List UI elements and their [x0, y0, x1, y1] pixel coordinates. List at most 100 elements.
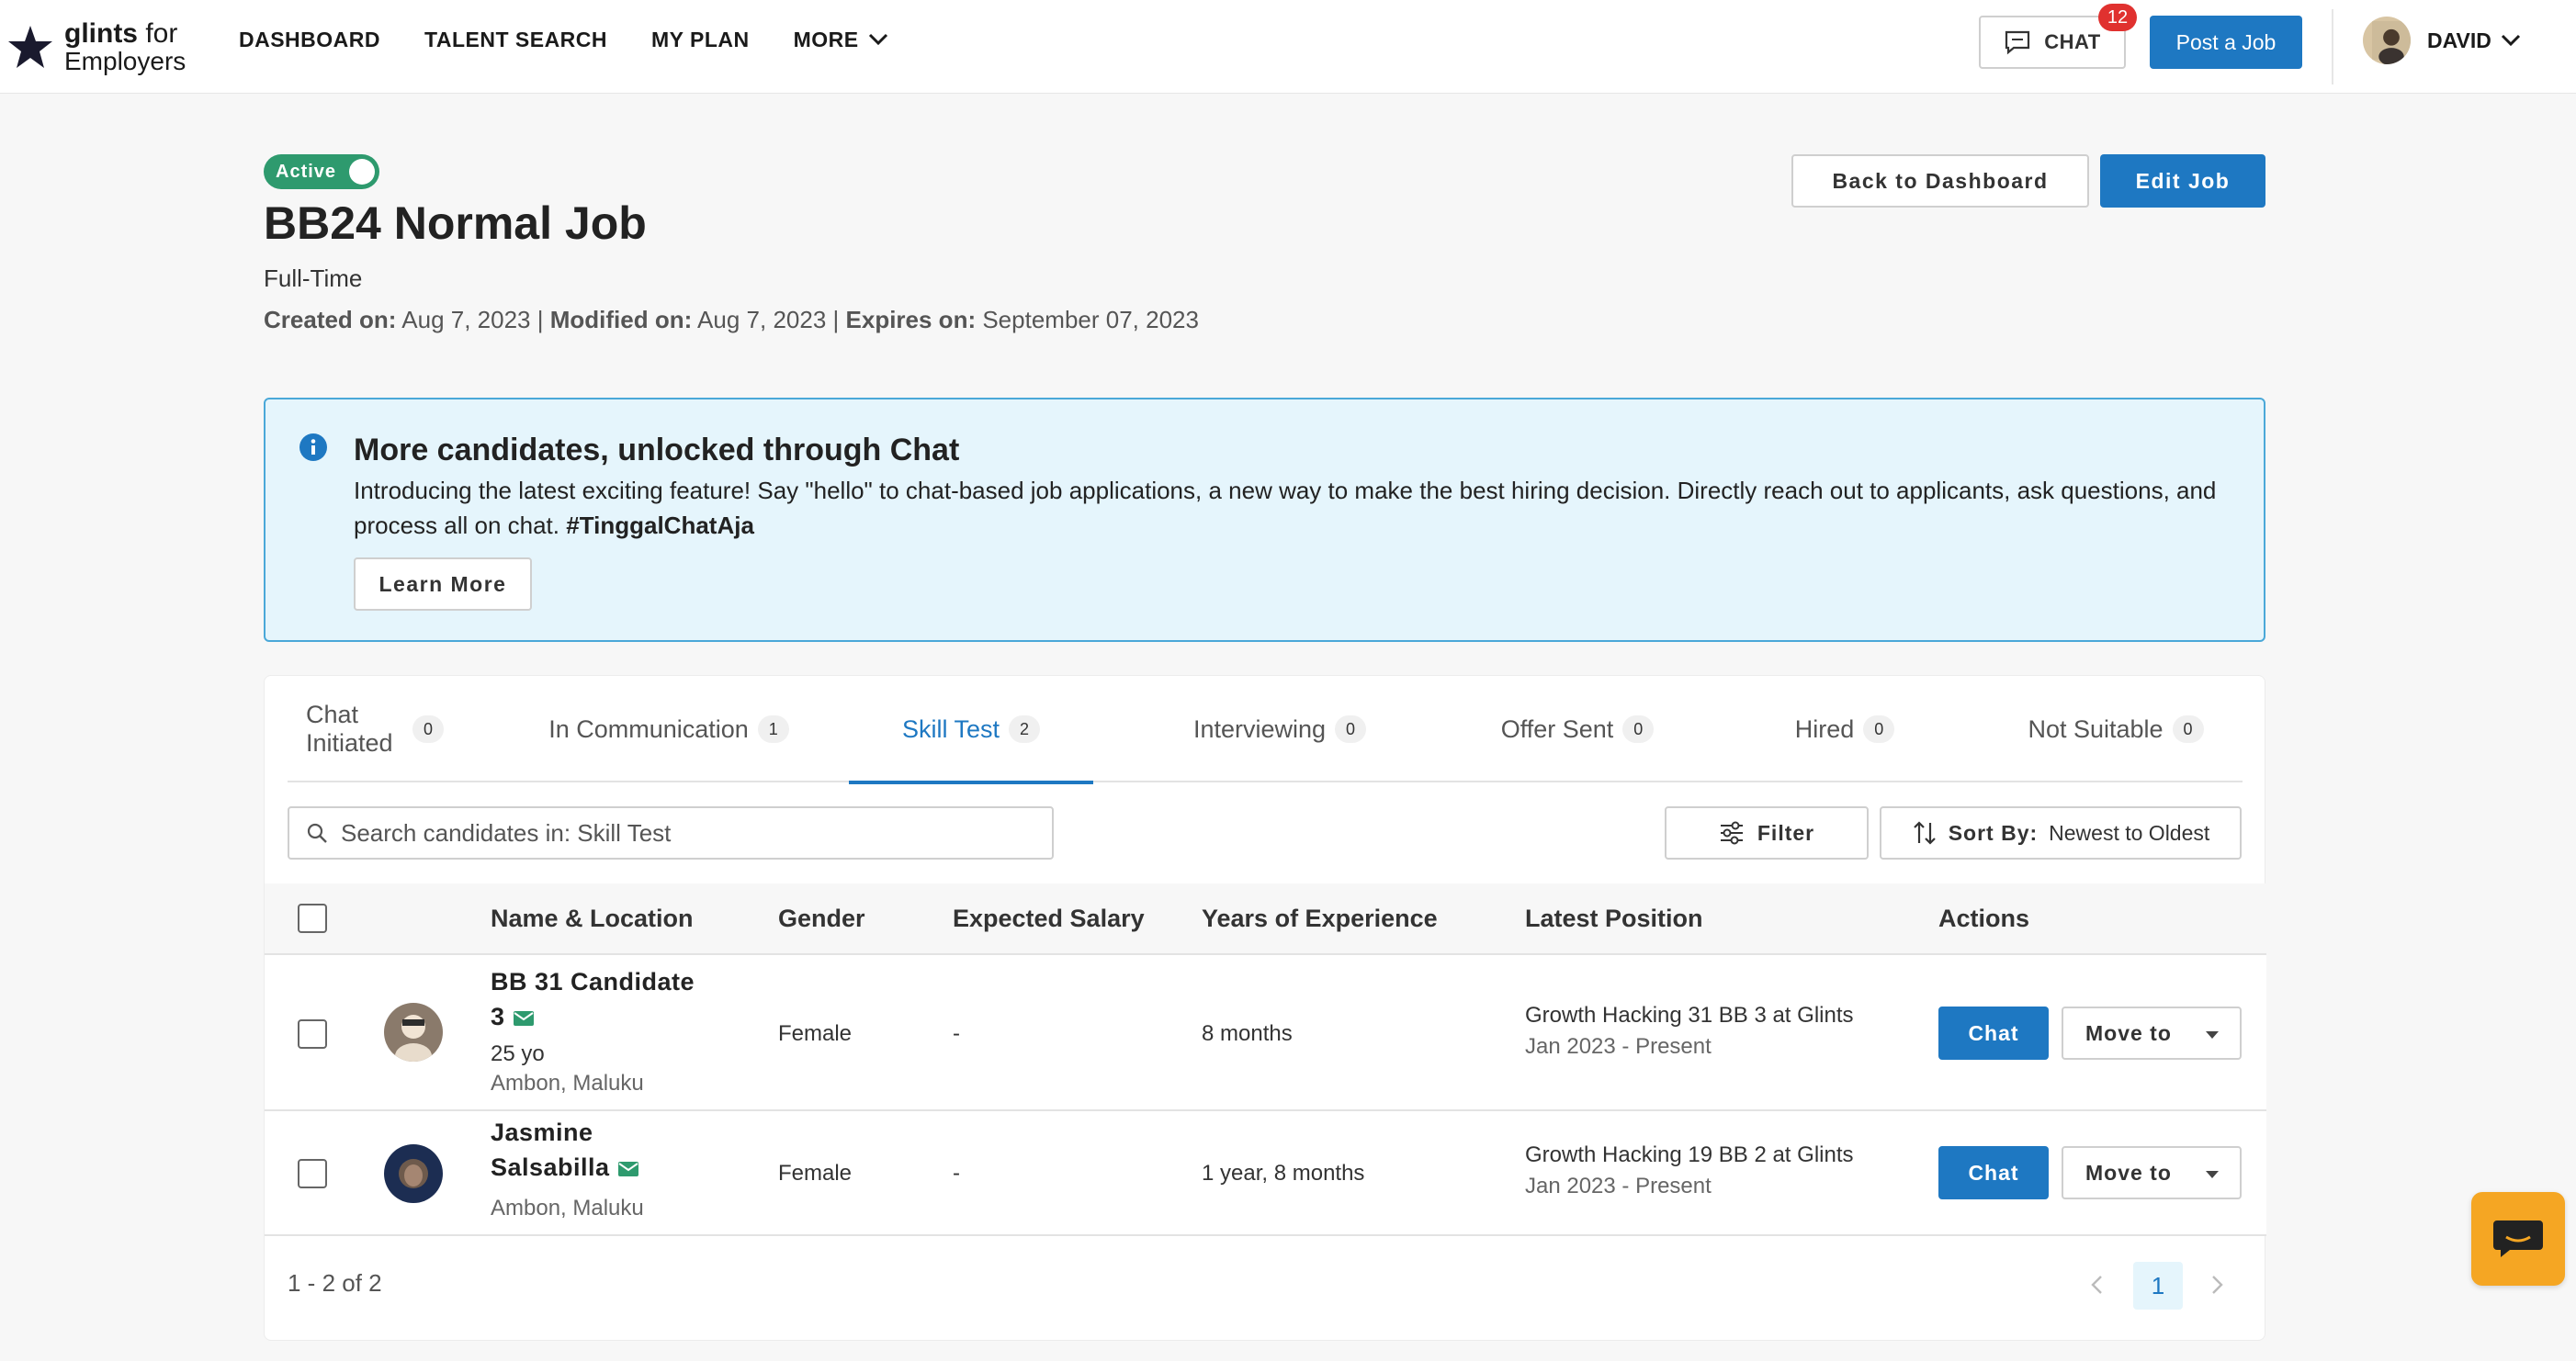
table-row[interactable]: Jasmine Salsabilla Ambon, Maluku Female … — [265, 1111, 2266, 1236]
column-name-location[interactable]: Name & Location — [491, 883, 694, 953]
chevron-down-icon — [868, 33, 887, 46]
search-icon — [307, 823, 327, 843]
modified-date: Aug 7, 2023 — [697, 306, 827, 333]
main-nav: DASHBOARD TALENT SEARCH MY PLAN MORE — [239, 0, 932, 79]
filter-label: Filter — [1757, 820, 1815, 845]
sort-arrows-icon — [1913, 821, 1936, 845]
sliders-icon — [1720, 821, 1743, 845]
sort-button[interactable]: Sort By: Newest to Oldest — [1880, 806, 2242, 860]
job-title: BB24 Normal Job — [264, 197, 647, 249]
edit-job-button[interactable]: Edit Job — [2100, 154, 2265, 208]
job-status-toggle[interactable]: Active — [264, 154, 379, 189]
page-number-current[interactable]: 1 — [2133, 1262, 2183, 1310]
learn-more-button[interactable]: Learn More — [354, 557, 532, 611]
chevron-down-icon — [2501, 34, 2520, 47]
job-dates: Created on: Aug 7, 2023 | Modified on: A… — [264, 306, 1199, 334]
table-header: Name & Location Gender Expected Salary Y… — [265, 883, 2266, 955]
filter-button[interactable]: Filter — [1665, 806, 1869, 860]
tab-in-communication[interactable]: In Communication 1 — [545, 676, 793, 782]
candidate-position: Growth Hacking 31 BB 3 at Glints — [1525, 1003, 1854, 1028]
move-to-dropdown[interactable]: Move to — [2062, 1146, 2242, 1199]
candidate-avatar[interactable] — [384, 1144, 443, 1203]
column-expected-salary[interactable]: Expected Salary — [953, 883, 1145, 953]
candidate-gender: Female — [778, 1161, 853, 1186]
back-to-dashboard-button[interactable]: Back to Dashboard — [1791, 154, 2089, 208]
tab-hired[interactable]: Hired 0 — [1725, 676, 1964, 782]
candidate-experience: 8 months — [1202, 1021, 1293, 1046]
row-checkbox[interactable] — [298, 1159, 327, 1188]
expires-label: Expires on: — [845, 306, 977, 333]
tab-chat-initiated[interactable]: Chat Initiated 0 — [306, 676, 444, 782]
top-navigation: glints for Employers DASHBOARD TALENT SE… — [0, 0, 2576, 94]
prev-page-button[interactable] — [2078, 1262, 2115, 1308]
candidate-name[interactable]: BB 31 Candidate 3 — [491, 964, 695, 1034]
glints-logo[interactable]: glints for Employers — [6, 11, 186, 84]
tab-count: 2 — [1009, 715, 1041, 743]
candidate-position-date: Jan 2023 - Present — [1525, 1034, 1712, 1059]
tab-interviewing[interactable]: Interviewing 0 — [1151, 676, 1408, 782]
candidate-location: Ambon, Maluku — [491, 1196, 644, 1220]
candidate-name[interactable]: Jasmine Salsabilla — [491, 1115, 639, 1185]
candidate-gender: Female — [778, 1021, 853, 1046]
modified-label: Modified on: — [549, 306, 693, 333]
chat-candidate-button[interactable]: Chat — [1938, 1146, 2049, 1199]
email-verified-icon — [617, 1161, 638, 1176]
chevron-left-icon — [2091, 1276, 2102, 1294]
candidate-position: Growth Hacking 19 BB 2 at Glints — [1525, 1142, 1854, 1167]
candidate-avatar[interactable] — [384, 1003, 443, 1062]
chevron-right-icon — [2212, 1276, 2223, 1294]
tab-count: 0 — [1335, 715, 1367, 743]
nav-dashboard[interactable]: DASHBOARD — [239, 28, 380, 52]
candidate-search — [288, 806, 1054, 860]
tab-count: 0 — [412, 715, 444, 743]
tab-count: 1 — [757, 715, 789, 743]
candidate-location: Ambon, Maluku — [491, 1071, 644, 1096]
help-chat-button[interactable] — [2471, 1192, 2565, 1286]
candidate-age: 25 yo — [491, 1041, 545, 1066]
candidate-salary: - — [953, 1021, 960, 1046]
tab-count: 0 — [2172, 715, 2204, 743]
nav-talent-search[interactable]: TALENT SEARCH — [424, 28, 607, 52]
user-avatar — [2363, 17, 2411, 64]
date-separator: | — [537, 306, 544, 333]
nav-divider — [2332, 9, 2333, 84]
table-row[interactable]: BB 31 Candidate 3 25 yo Ambon, Maluku Fe… — [265, 955, 2266, 1111]
candidate-experience: 1 year, 8 months — [1202, 1161, 1365, 1186]
tab-count: 0 — [1622, 715, 1655, 743]
next-page-button[interactable] — [2199, 1262, 2236, 1308]
candidate-panel: Chat Initiated 0 In Communication 1 Skill … — [264, 675, 2266, 1341]
post-job-button[interactable]: Post a Job — [2150, 16, 2302, 69]
logo-subtitle: Employers — [64, 47, 186, 75]
tab-offer-sent[interactable]: Offer Sent 0 — [1449, 676, 1706, 782]
column-latest-position[interactable]: Latest Position — [1525, 883, 1703, 953]
created-label: Created on: — [264, 306, 397, 333]
tab-count: 0 — [1863, 715, 1895, 743]
logo-text: glints for Employers — [64, 20, 186, 75]
chat-unread-badge: 12 — [2098, 4, 2137, 31]
expires-date: September 07, 2023 — [982, 306, 1199, 333]
move-to-dropdown[interactable]: Move to — [2062, 1007, 2242, 1060]
candidate-position-date: Jan 2023 - Present — [1525, 1174, 1712, 1198]
chat-feature-banner: More candidates, unlocked through Chat I… — [264, 398, 2265, 642]
tab-not-suitable[interactable]: Not Suitable 0 — [1987, 676, 2244, 782]
user-menu[interactable]: DAVID — [2363, 17, 2521, 64]
nav-my-plan[interactable]: MY PLAN — [651, 28, 750, 52]
caret-down-icon — [2206, 1171, 2219, 1178]
banner-title: More candidates, unlocked through Chat — [354, 433, 960, 467]
row-checkbox[interactable] — [298, 1019, 327, 1049]
job-status-label: Active — [276, 161, 337, 182]
nav-more[interactable]: MORE — [794, 28, 888, 52]
toggle-knob — [349, 159, 375, 185]
logo-suffix: for — [145, 18, 178, 49]
banner-text: Introducing the latest exciting feature!… — [354, 473, 2228, 543]
candidate-salary: - — [953, 1161, 960, 1186]
chat-bubble-icon — [2493, 1220, 2543, 1257]
chat-candidate-button[interactable]: Chat — [1938, 1007, 2049, 1060]
chat-bubble-icon — [2005, 30, 2030, 55]
tab-skill-test[interactable]: Skill Test 2 — [849, 676, 1093, 784]
column-gender[interactable]: Gender — [778, 883, 865, 953]
search-input[interactable] — [341, 818, 1039, 848]
select-all-checkbox[interactable] — [298, 904, 327, 933]
column-actions: Actions — [1938, 904, 2030, 932]
column-years-experience[interactable]: Years of Experience — [1202, 883, 1438, 953]
